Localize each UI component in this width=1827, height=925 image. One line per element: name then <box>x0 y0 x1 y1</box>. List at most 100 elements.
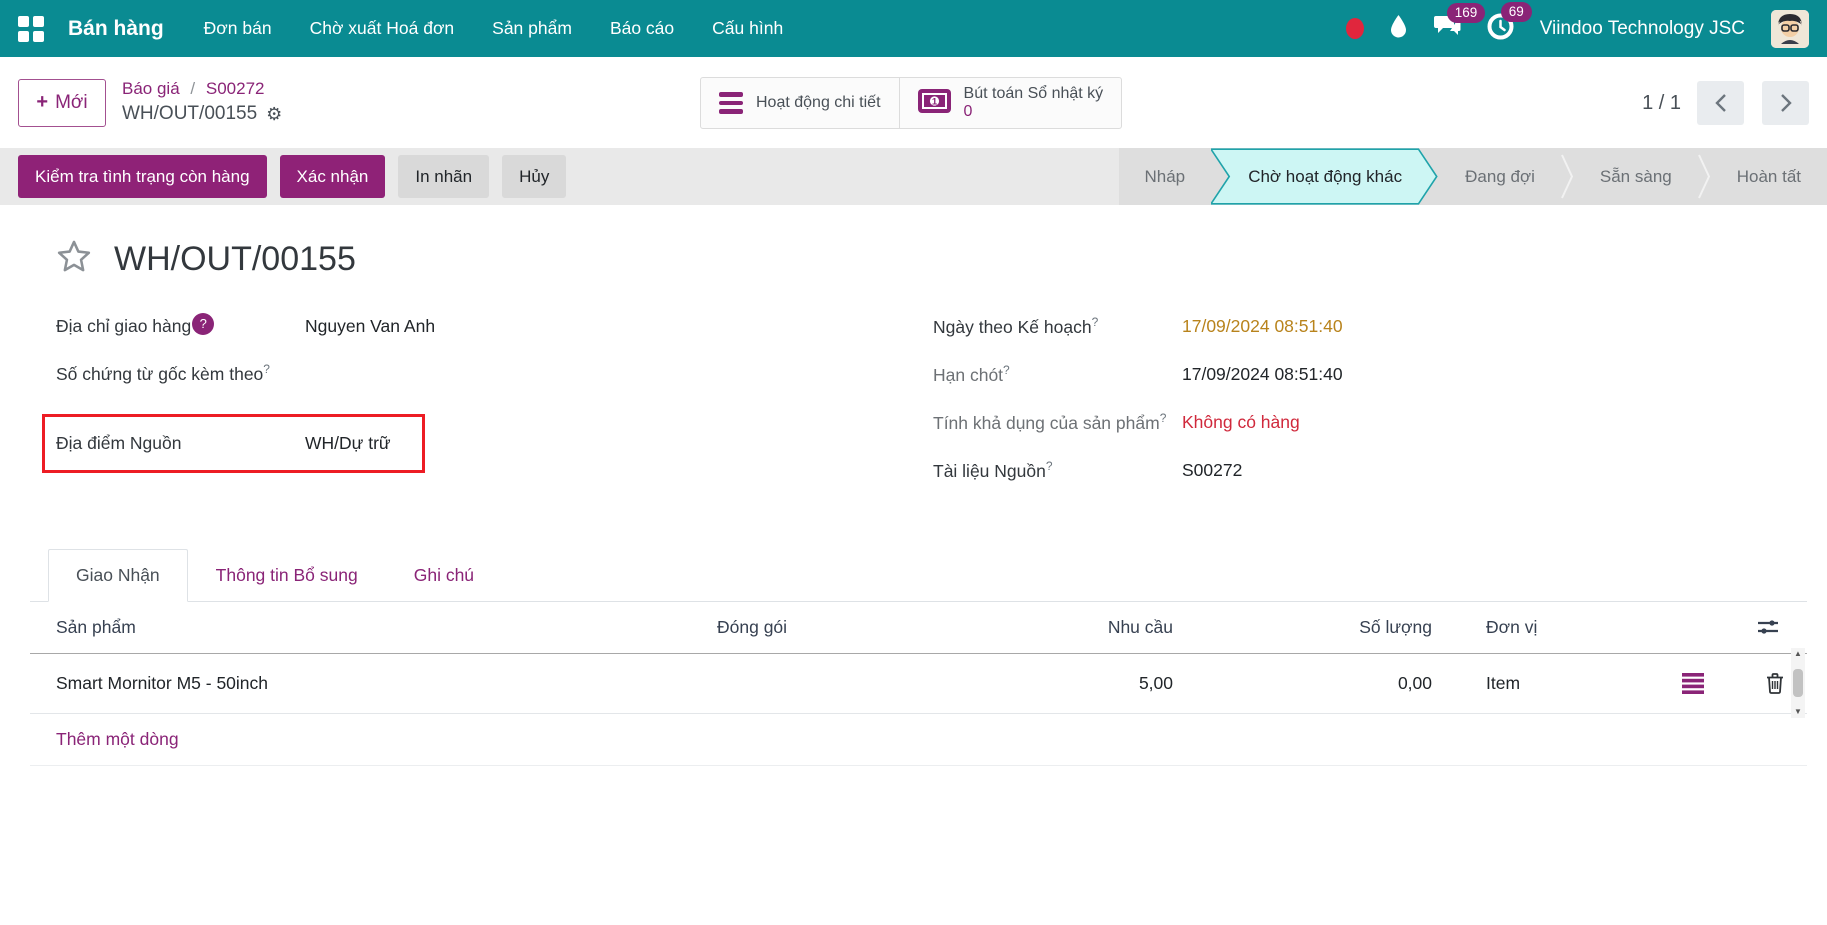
check-availability-button[interactable]: Kiểm tra tình trạng còn hàng <box>18 155 267 198</box>
availability-value: Không có hàng <box>1182 409 1300 437</box>
header-product[interactable]: Sản phẩm <box>30 617 707 638</box>
status-step-hoan-tat[interactable]: Hoàn tất <box>1711 148 1827 205</box>
control-panel: + Mới Báo giá / S00272 WH/OUT/00155 ⚙ Ho… <box>0 57 1827 148</box>
help-sup[interactable]: ? <box>1092 315 1099 329</box>
menu-cau-hinh[interactable]: Cấu hình <box>712 18 783 39</box>
origin-docs-label: Số chứng từ gốc kèm theo <box>56 364 263 384</box>
field-source-document: Tài liệu Nguồn? S00272 <box>933 457 1573 485</box>
status-step-nhap[interactable]: Nháp <box>1119 148 1212 205</box>
delivery-address-value[interactable]: Nguyen Van Anh <box>305 313 435 340</box>
breadcrumb-parent[interactable]: Báo giá <box>122 79 180 98</box>
scroll-up-icon[interactable]: ▲ <box>1794 650 1802 658</box>
status-step-san-sang[interactable]: Sẵn sàng <box>1574 148 1698 205</box>
pager-next-button[interactable] <box>1762 81 1809 125</box>
action-bar: Kiểm tra tình trạng còn hàng Xác nhận In… <box>0 148 1827 205</box>
status-step-cho-hoat-dong-khac[interactable]: Chờ hoạt động khác <box>1211 148 1439 205</box>
apps-menu-icon[interactable] <box>18 16 44 42</box>
header-uom[interactable]: Đơn vị <box>1442 617 1672 638</box>
cell-demand[interactable]: 5,00 <box>1007 673 1183 694</box>
header-demand[interactable]: Nhu cầu <box>1007 617 1183 638</box>
bars-icon <box>719 92 743 114</box>
field-group-right: Ngày theo Kế hoạch? 17/09/2024 08:51:40 … <box>933 313 1573 505</box>
record-name: WH/OUT/00155 <box>122 101 257 127</box>
breadcrumb: Báo giá / S00272 WH/OUT/00155 ⚙ <box>122 78 282 127</box>
new-button-label: Mới <box>55 92 88 114</box>
deadline-value: 17/09/2024 08:51:40 <box>1182 361 1343 389</box>
tab-giao-nhan[interactable]: Giao Nhận <box>48 549 188 602</box>
delete-row-trash-icon[interactable] <box>1766 673 1784 694</box>
messages-icon[interactable]: 169 <box>1433 14 1461 44</box>
journal-entries-label: Bút toán Sổ nhật ký <box>964 85 1104 103</box>
vertical-scrollbar[interactable]: ▲ ▼ <box>1791 648 1805 718</box>
availability-label: Tính khả dụng của sản phẩm <box>933 413 1160 433</box>
new-button[interactable]: + Mới <box>18 79 106 127</box>
confirm-button[interactable]: Xác nhận <box>280 155 386 198</box>
help-sup[interactable]: ? <box>1046 459 1053 473</box>
droplet-icon[interactable] <box>1390 14 1407 43</box>
add-line-link[interactable]: Thêm một dòng <box>30 729 179 750</box>
source-document-label: Tài liệu Nguồn <box>933 461 1046 481</box>
print-labels-button[interactable]: In nhãn <box>398 155 489 198</box>
tab-ghi-chu[interactable]: Ghi chú <box>386 549 502 602</box>
cell-quantity[interactable]: 0,00 <box>1183 673 1442 694</box>
header-packaging[interactable]: Đóng gói <box>707 617 1007 638</box>
add-line-row: Thêm một dòng <box>30 714 1807 766</box>
form-sheet: WH/OUT/00155 Địa chỉ giao hàng? Nguyen V… <box>0 205 1827 505</box>
activities-clock-icon[interactable]: 69 <box>1487 13 1514 45</box>
help-sup[interactable]: ? <box>1003 363 1010 377</box>
menu-cho-xuat-hoa-don[interactable]: Chờ xuất Hoá đơn <box>310 18 455 39</box>
pager-previous-button[interactable] <box>1697 81 1744 125</box>
field-origin-docs: Số chứng từ gốc kèm theo? <box>56 360 736 388</box>
journal-entries-button[interactable]: 1 Bút toán Sổ nhật ký 0 <box>899 78 1122 128</box>
detailed-operations-button[interactable]: Hoạt động chi tiết <box>701 78 899 128</box>
header-quantity[interactable]: Số lượng <box>1183 617 1442 638</box>
source-document-value[interactable]: S00272 <box>1182 457 1242 485</box>
scrollbar-thumb[interactable] <box>1793 669 1803 697</box>
page-title: WH/OUT/00155 <box>114 240 356 279</box>
recording-indicator-icon <box>1346 18 1364 39</box>
scheduled-date-label: Ngày theo Kế hoạch <box>933 317 1092 337</box>
tab-bar: Giao Nhận Thông tin Bổ sung Ghi chú <box>30 549 1807 602</box>
svg-text:1: 1 <box>931 96 937 107</box>
tab-thong-tin-bo-sung[interactable]: Thông tin Bổ sung <box>188 549 386 602</box>
breadcrumb-current[interactable]: S00272 <box>206 79 265 98</box>
detailed-operations-list-icon[interactable] <box>1682 673 1704 694</box>
source-location-value[interactable]: WH/Dự trữ <box>305 430 391 457</box>
field-source-location: Địa điểm Nguồn WH/Dự trữ <box>56 430 422 457</box>
help-sup[interactable]: ? <box>263 362 270 376</box>
menu-don-ban[interactable]: Đơn bán <box>204 18 272 39</box>
activities-badge: 69 <box>1501 2 1532 22</box>
app-name[interactable]: Bán hàng <box>68 17 164 41</box>
cell-product[interactable]: Smart Mornitor M5 - 50inch <box>30 673 707 694</box>
move-lines-table: Sản phẩm Đóng gói Nhu cầu Số lượng Đơn v… <box>30 602 1807 766</box>
scheduled-date-value[interactable]: 17/09/2024 08:51:40 <box>1182 313 1343 341</box>
pager: 1 / 1 <box>1642 81 1809 125</box>
table-header-row: Sản phẩm Đóng gói Nhu cầu Số lượng Đơn v… <box>30 602 1807 654</box>
messages-badge: 169 <box>1447 3 1486 23</box>
optional-columns-icon[interactable] <box>1757 618 1779 636</box>
top-navbar: Bán hàng Đơn bán Chờ xuất Hoá đơn Sản ph… <box>0 0 1827 57</box>
cell-uom[interactable]: Item <box>1442 673 1672 694</box>
field-deadline: Hạn chót? 17/09/2024 08:51:40 <box>933 361 1573 389</box>
user-company-name[interactable]: Viindoo Technology JSC <box>1540 18 1745 40</box>
source-location-label: Địa điểm Nguồn <box>56 433 181 453</box>
gear-icon[interactable]: ⚙ <box>266 102 282 126</box>
field-scheduled-date: Ngày theo Kế hoạch? 17/09/2024 08:51:40 <box>933 313 1573 341</box>
breadcrumb-separator: / <box>190 79 195 98</box>
favorite-star-icon[interactable] <box>56 239 92 279</box>
menu-bao-cao[interactable]: Báo cáo <box>610 18 674 39</box>
chevron-right-icon <box>1778 93 1794 113</box>
status-step-dang-doi[interactable]: Đang đợi <box>1439 148 1561 205</box>
help-sup[interactable]: ? <box>1160 411 1167 425</box>
main-menu: Đơn bán Chờ xuất Hoá đơn Sản phẩm Báo cá… <box>204 18 784 39</box>
scroll-down-icon[interactable]: ▼ <box>1794 708 1802 716</box>
user-avatar[interactable] <box>1771 10 1809 48</box>
cancel-button[interactable]: Hủy <box>502 155 566 198</box>
menu-san-pham[interactable]: Sản phẩm <box>492 18 572 39</box>
help-question-badge[interactable]: ? <box>192 313 214 335</box>
delivery-address-label: Địa chỉ giao hàng <box>56 316 191 336</box>
field-group-left: Địa chỉ giao hàng? Nguyen Van Anh Số chứ… <box>56 313 736 505</box>
table-row[interactable]: Smart Mornitor M5 - 50inch 5,00 0,00 Ite… <box>30 654 1807 714</box>
step-separator-icon <box>1561 148 1574 205</box>
notebook: Giao Nhận Thông tin Bổ sung Ghi chú Sản … <box>30 549 1807 766</box>
